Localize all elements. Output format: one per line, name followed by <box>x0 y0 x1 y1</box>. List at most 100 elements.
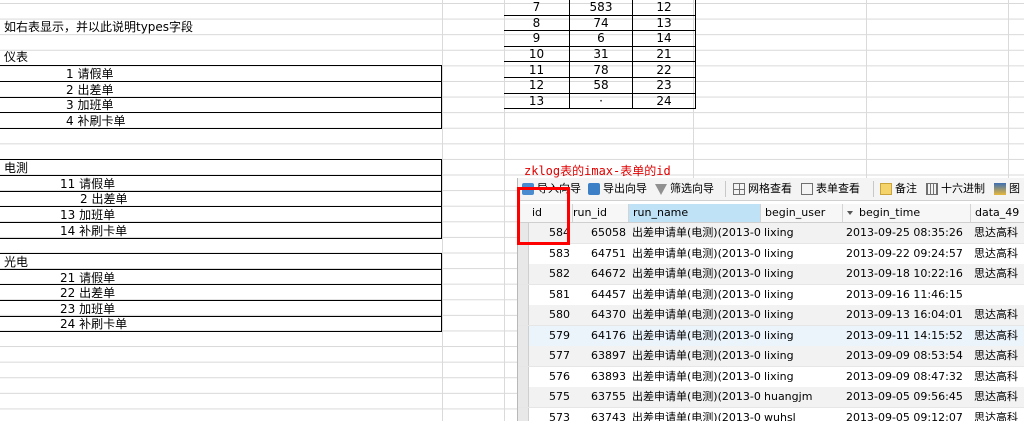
hex-icon <box>926 183 938 195</box>
table-cell[interactable]: 63897 <box>573 346 629 366</box>
table-cell[interactable]: lixing <box>761 244 843 264</box>
table-cell[interactable]: 出差申请单(电测)(2013-09- <box>629 326 761 346</box>
grid-header: id run_id run_name begin_user begin_time… <box>518 204 1024 223</box>
table-cell[interactable]: 思达高科 <box>971 244 1024 264</box>
list-item: 2 出差单 <box>66 83 114 97</box>
hex-button[interactable]: 十六进制 <box>926 181 985 197</box>
note-button[interactable]: 备注 <box>880 181 917 197</box>
table-cell[interactable]: 出差申请单(电测)(2013-09- <box>629 387 761 407</box>
table-cell[interactable]: 64672 <box>573 264 629 284</box>
table-cell[interactable]: huangjm <box>761 387 843 407</box>
column-header-data-49[interactable]: data_49 <box>971 204 1024 222</box>
table-row[interactable]: 579 64176 出差申请单(电测)(2013-09- lixing 2013-09-… <box>518 325 1024 347</box>
table-cell[interactable]: lixing <box>761 367 843 387</box>
list-item: 23 加班单 <box>60 302 116 316</box>
table-cell[interactable]: 思达高科 <box>971 387 1024 407</box>
table-row: 10 31 21 <box>504 46 696 63</box>
table-cell[interactable]: 思达高科 <box>971 326 1024 346</box>
column-header-begin-time[interactable]: begin_time <box>843 204 971 222</box>
note-icon <box>880 183 892 195</box>
table-row[interactable]: 577 63897 出差申请单(电测)(2013-09- lixing 2013-09-… <box>518 346 1024 367</box>
table-cell[interactable]: 65058 <box>573 223 629 243</box>
annotation-text: zklog表的imax-表单的id <box>524 164 671 178</box>
list-item: 4 补刷卡单 <box>66 114 126 128</box>
table-cell[interactable]: 63755 <box>573 387 629 407</box>
table-row[interactable]: 575 63755 出差申请单(电测)(2013-09- huangjm 2013-09… <box>518 387 1024 408</box>
table-cell[interactable]: 出差申请单(电测)(2013-09- <box>629 367 761 387</box>
list-item: 14 补刷卡单 <box>60 224 128 238</box>
sort-arrow-icon <box>847 211 853 215</box>
filter-wizard-button[interactable]: 筛选向导 <box>655 181 714 197</box>
table-cell[interactable]: 63743 <box>573 408 629 421</box>
table-cell[interactable]: 思达高科 <box>971 346 1024 366</box>
table-cell[interactable]: 2013-09-25 08:35:26 <box>843 223 971 243</box>
table-cell[interactable]: 64457 <box>573 285 629 305</box>
table-cell[interactable]: 2013-09-09 08:47:32 <box>843 367 971 387</box>
table-cell[interactable]: lixing <box>761 264 843 284</box>
table-cell[interactable]: lixing <box>761 305 843 325</box>
table-row[interactable]: 573 63743 出差申请单(电测)(2013-09- wuhsl 2013-09-0… <box>518 407 1024 421</box>
column-header-run-name[interactable]: run_name <box>629 204 761 222</box>
table-cell[interactable]: 出差申请单(电测)(2013-09- <box>629 285 761 305</box>
column-header-run-id[interactable]: run_id <box>573 204 629 222</box>
column-header-begin-user[interactable]: begin_user <box>761 204 843 222</box>
table-cell[interactable]: 64370 <box>573 305 629 325</box>
form-icon <box>801 183 813 195</box>
table-cell[interactable]: 63893 <box>573 367 629 387</box>
table-cell[interactable]: 思达高科 <box>971 223 1024 243</box>
image-button[interactable]: 图 <box>994 181 1020 197</box>
table-cell[interactable]: lixing <box>761 285 843 305</box>
table-cell[interactable]: wuhsl <box>761 408 843 421</box>
table-cell[interactable]: lixing <box>761 346 843 366</box>
table-row[interactable]: 580 64370 出差申请单(电测)(2013-09- lixing 2013-09-… <box>518 305 1024 326</box>
table-cell[interactable]: 583 <box>528 244 573 264</box>
export-wizard-button[interactable]: 导出向导 <box>588 181 647 197</box>
table-cell[interactable]: 2013-09-05 09:12:07 <box>843 408 971 421</box>
table-row[interactable]: 582 64672 出差申请单(电测)(2013-09- lixing 2013-09-… <box>518 264 1024 285</box>
table-cell[interactable]: 2013-09-16 11:46:15 <box>843 285 971 305</box>
table-cell[interactable]: lixing <box>761 223 843 243</box>
table-row[interactable]: 584 65058 出差申请单(电测)(2013-09- lixing 2013-09-… <box>518 223 1024 244</box>
table-cell[interactable]: 出差申请单(电测)(2013-09- <box>629 346 761 366</box>
table-cell[interactable]: 64751 <box>573 244 629 264</box>
table-cell[interactable]: 思达高科 <box>971 305 1024 325</box>
form-view-button[interactable]: 表单查看 <box>801 181 860 197</box>
table-cell[interactable]: 2013-09-09 08:53:54 <box>843 346 971 366</box>
table-cell[interactable]: 573 <box>528 408 573 421</box>
table-cell[interactable]: 581 <box>528 285 573 305</box>
table-cell[interactable] <box>971 285 1024 305</box>
table-cell[interactable]: 出差申请单(电测)(2013-09- <box>629 408 761 421</box>
table-cell[interactable]: 2013-09-18 10:22:16 <box>843 264 971 284</box>
table-cell[interactable]: 575 <box>528 387 573 407</box>
table-row[interactable]: 581 64457 出差申请单(电测)(2013-09- lixing 2013-09-… <box>518 284 1024 306</box>
table-cell[interactable]: 580 <box>528 305 573 325</box>
table-cell[interactable]: 出差申请单(电测)(2013-09- <box>629 244 761 264</box>
grid-view-button[interactable]: 网格查看 <box>733 181 792 197</box>
table-cell[interactable]: 思达高科 <box>971 367 1024 387</box>
table-cell[interactable]: 2013-09-22 09:24:57 <box>843 244 971 264</box>
table-cell[interactable]: 579 <box>528 326 573 346</box>
list-item: 2 出差单 <box>80 192 128 206</box>
table-cell[interactable]: lixing <box>761 326 843 346</box>
table-cell[interactable]: 出差申请单(电测)(2013-09- <box>629 305 761 325</box>
table-cell[interactable]: 64176 <box>573 326 629 346</box>
table-row: 13 · 24 <box>504 93 696 110</box>
table-cell[interactable]: 582 <box>528 264 573 284</box>
table-cell[interactable]: 出差申请单(电测)(2013-09- <box>629 264 761 284</box>
table-row: 12 58 23 <box>504 77 696 94</box>
table-cell[interactable]: 2013-09-13 16:04:01 <box>843 305 971 325</box>
table-row[interactable]: 583 64751 出差申请单(电测)(2013-09- lixing 2013-09-… <box>518 243 1024 265</box>
table-cell[interactable]: 出差申请单(电测)(2013-09- <box>629 223 761 243</box>
db-toolbar: 导入向导 导出向导 筛选向导 网格查看 表单查看 备注 十六进制 图 <box>518 178 1024 201</box>
table-cell[interactable]: 2013-09-11 14:15:52 <box>843 326 971 346</box>
table-cell[interactable]: 思达高科 <box>971 264 1024 284</box>
list-item: 3 加班单 <box>66 98 114 112</box>
table-cell[interactable]: 思达高科 <box>971 408 1024 421</box>
list-item: 13 加班单 <box>60 208 116 222</box>
table-cell[interactable]: 577 <box>528 346 573 366</box>
table-row: 9 6 14 <box>504 30 696 47</box>
filter-icon <box>655 183 667 195</box>
table-cell[interactable]: 576 <box>528 367 573 387</box>
table-cell[interactable]: 2013-09-05 09:56:45 <box>843 387 971 407</box>
table-row[interactable]: 576 63893 出差申请单(电测)(2013-09- lixing 2013-09-… <box>518 366 1024 388</box>
